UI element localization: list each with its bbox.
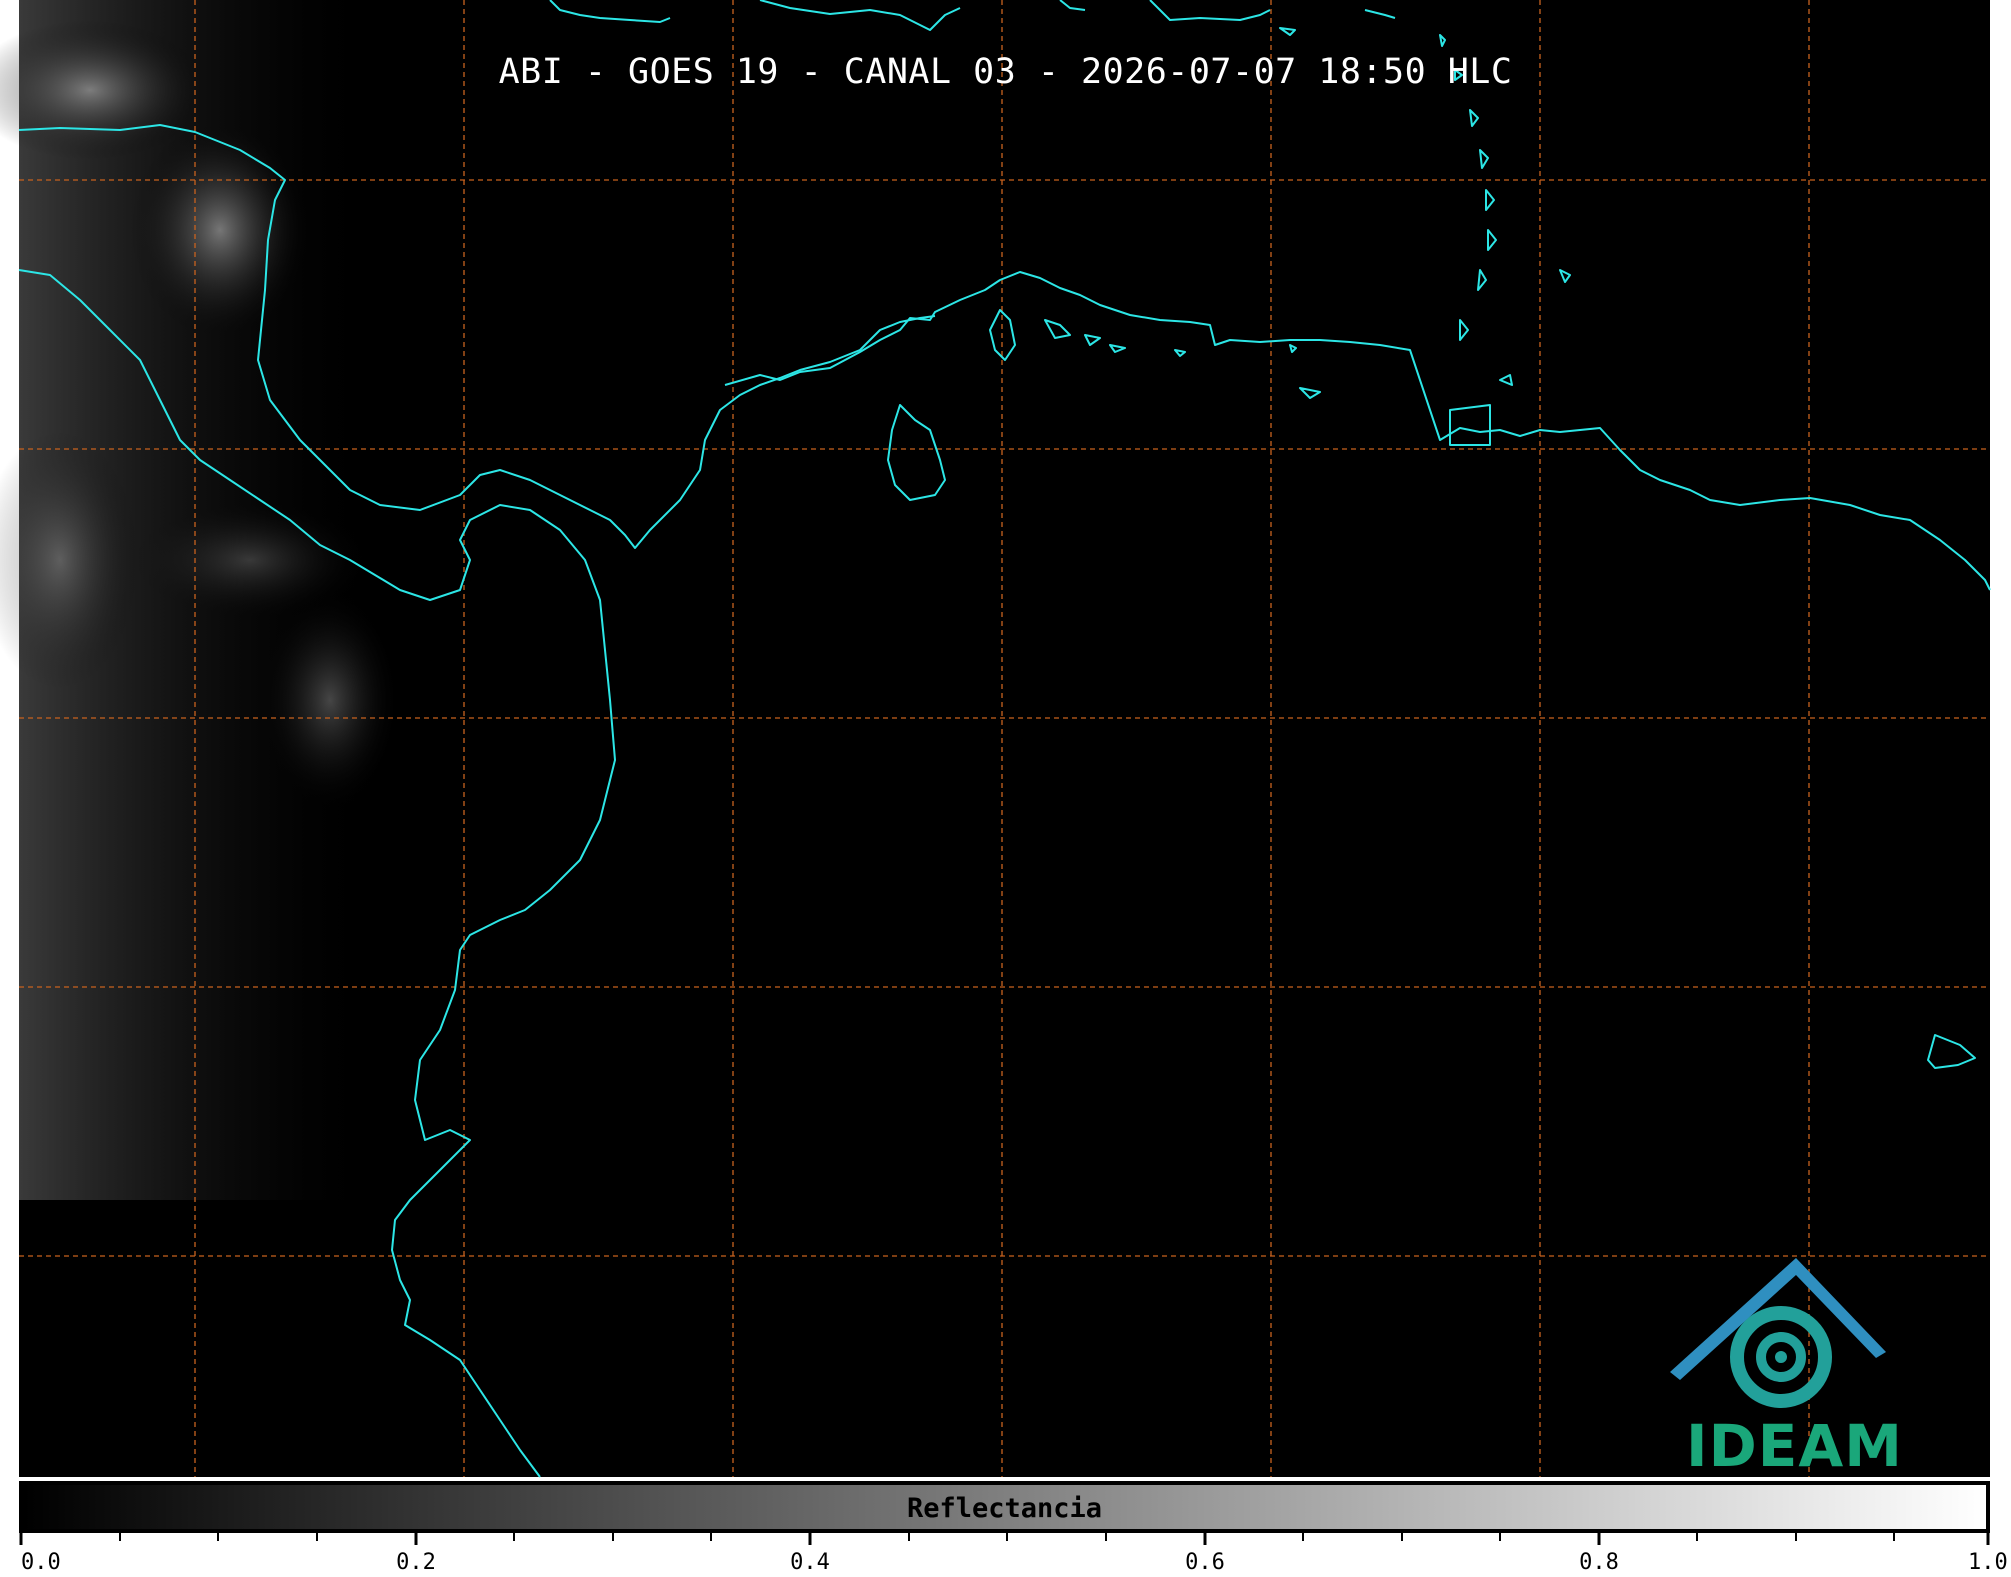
colorbar-tick-label: 0.0 (21, 1550, 61, 1575)
logo-swirl-center (1775, 1351, 1787, 1363)
cloud-patch (130, 120, 310, 340)
cloud-patch (260, 590, 400, 810)
colorbar-tick-label: 1.0 (1968, 1550, 2008, 1575)
cloud-patch (130, 500, 370, 620)
ideam-logo-text: IDEAM (1686, 1412, 1903, 1480)
colorbar-tick-label: 0.6 (1185, 1550, 1225, 1575)
satellite-image-view: ABI - GOES 19 - CANAL 03 - 2026-07-07 18… (0, 0, 2011, 1577)
colorbar: Reflectancia (19, 1481, 1990, 1533)
colorbar-tick-label: 0.4 (790, 1550, 830, 1575)
colorbar-tick-label: 0.8 (1579, 1550, 1619, 1575)
image-title: ABI - GOES 19 - CANAL 03 - 2026-07-07 18… (498, 52, 1513, 92)
colorbar-label: Reflectancia (906, 1493, 1103, 1524)
colorbar-tick-label: 0.2 (396, 1550, 436, 1575)
satellite-map (0, 0, 1991, 1478)
